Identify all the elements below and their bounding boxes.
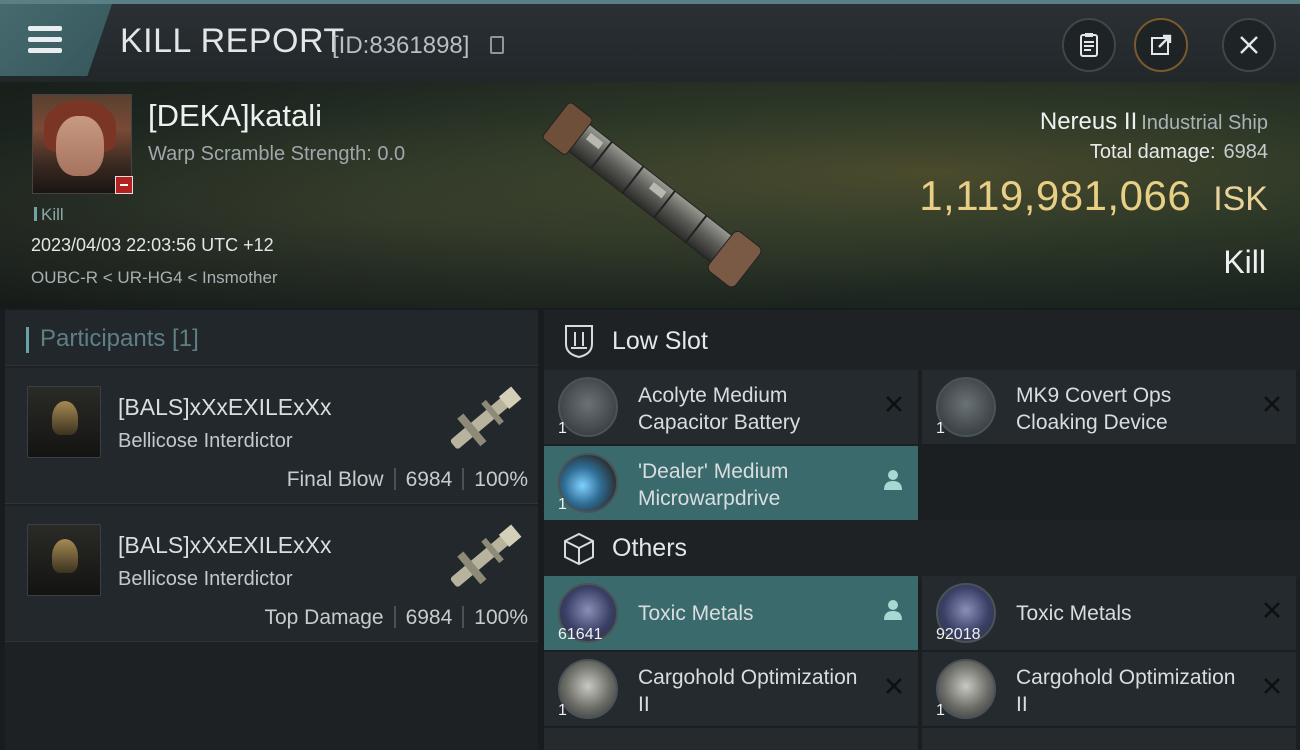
item-quantity: 1: [558, 420, 567, 437]
item-row[interactable]: 1 'Dealer' Medium Microwarpdrive: [544, 446, 918, 520]
destroyed-icon: [1264, 396, 1280, 412]
item-row[interactable]: 1 MK9 Covert Ops Cloaking Device: [922, 370, 1296, 444]
ship-render: [542, 102, 762, 288]
item-name: Toxic Metals: [638, 602, 754, 625]
capacitor-battery-icon: [558, 377, 618, 437]
item-quantity: 61641: [558, 626, 603, 643]
dropped-icon: [884, 600, 902, 620]
item-quantity: 92018: [936, 626, 981, 643]
page-title: KILL REPORT: [120, 22, 345, 60]
item-row[interactable]: 92018 Toxic Metals: [922, 576, 1296, 650]
divider: [462, 468, 465, 490]
share-icon: [1151, 34, 1172, 55]
participants-title: Participants [1]: [26, 325, 199, 353]
portrait-face: [56, 116, 104, 176]
victim-name[interactable]: [DEKA]katali: [148, 98, 322, 134]
item-quantity: 1: [558, 496, 567, 513]
result-label: Kill: [1223, 244, 1266, 280]
divider: [462, 606, 465, 628]
divider: [393, 468, 396, 490]
clipboard-button[interactable]: [1062, 18, 1116, 72]
participant-damage: 6984: [405, 468, 453, 491]
item-name: 'Dealer' Medium Microwarpdrive: [638, 460, 789, 510]
menu-icon-bar: [28, 37, 62, 42]
copy-icon[interactable]: [490, 36, 504, 54]
kill-id: [ID:8361898]: [332, 32, 470, 59]
participant-avatar: [27, 524, 101, 596]
close-icon: [1240, 36, 1258, 54]
destroyed-icon: [886, 678, 902, 694]
kill-tag: Kill: [34, 205, 64, 225]
total-damage-line: Total damage: 6984: [1090, 141, 1268, 164]
participant-stats: Final Blow 6984 100%: [287, 468, 528, 492]
item-name: MK9 Covert Ops Cloaking Device: [1016, 384, 1172, 434]
participant-role: Top Damage: [264, 606, 384, 629]
isk-value: 1,119,981,066: [919, 172, 1192, 219]
ship-name-line: Nereus II Industrial Ship: [1040, 108, 1268, 136]
item-name: Cargohold Optimization II: [1016, 666, 1236, 716]
cargohold-optimization-icon: [936, 659, 996, 719]
kill-timestamp: 2023/04/03 22:03:56 UTC +12: [31, 235, 274, 255]
menu-icon: [28, 26, 62, 31]
warp-scramble-strength: Warp Scramble Strength: 0.0: [148, 143, 406, 165]
cloaking-device-icon: [936, 377, 996, 437]
participant-damage: 6984: [405, 606, 453, 629]
item-row[interactable]: 1 Cargohold Optimization II: [544, 652, 918, 726]
standing-badge-icon: [115, 176, 133, 194]
item-name: Toxic Metals: [1016, 602, 1132, 625]
item-quantity: 1: [558, 702, 567, 719]
microwarpdrive-icon: [558, 453, 618, 513]
participant-card[interactable]: [BALS]xXxEXILExXx Bellicose Interdictor …: [5, 368, 538, 504]
close-button[interactable]: [1222, 18, 1276, 72]
participant-percent: 100%: [474, 606, 528, 629]
isk-value-line: 1,119,981,066 ISK: [919, 172, 1268, 220]
total-damage-value: 6984: [1223, 141, 1269, 163]
participant-percent: 100%: [474, 468, 528, 491]
participant-ship: Bellicose Interdictor: [118, 430, 293, 452]
cube-icon: [564, 532, 594, 566]
low-slot-title: Low Slot: [612, 327, 708, 355]
dropped-icon: [884, 470, 902, 490]
item-row[interactable]: 61641 Toxic Metals: [544, 576, 918, 650]
participant-name: [BALS]xXxEXILExXx: [118, 532, 332, 558]
participants-title-text: Participants [1]: [40, 325, 199, 352]
menu-icon-bar: [28, 48, 62, 53]
participant-stats: Top Damage 6984 100%: [264, 606, 528, 630]
isk-unit: ISK: [1213, 180, 1268, 218]
cargohold-optimization-icon: [558, 659, 618, 719]
participant-ship-icon: [450, 524, 522, 587]
divider: [393, 606, 396, 628]
participant-name: [BALS]xXxEXILExXx: [118, 394, 332, 420]
ship-name[interactable]: Nereus II: [1040, 108, 1137, 135]
total-damage-label: Total damage:: [1089, 141, 1216, 163]
destroyed-icon: [886, 396, 902, 412]
others-title: Others: [612, 534, 688, 562]
item-row[interactable]: 1 Acolyte Medium Capacitor Battery: [544, 370, 918, 444]
item-name: Cargohold Optimization II: [638, 666, 858, 716]
clipboard-icon: [1080, 33, 1098, 57]
low-slot-icon: [565, 325, 593, 359]
destroyed-icon: [1264, 602, 1280, 618]
item-row[interactable]: 1 Cargohold Optimization II: [922, 652, 1296, 726]
participant-ship-icon: [450, 386, 522, 449]
item-quantity: 1: [936, 702, 945, 719]
ship-class: Industrial Ship: [1141, 112, 1268, 134]
participant-role: Final Blow: [286, 468, 384, 491]
kill-location[interactable]: OUBC-R < UR-HG4 < Insmother: [31, 268, 278, 288]
destroyed-icon: [1264, 678, 1280, 694]
participant-ship: Bellicose Interdictor: [118, 568, 293, 590]
participant-avatar: [27, 386, 101, 458]
item-quantity: 1: [936, 420, 945, 437]
participant-card[interactable]: [BALS]xXxEXILExXx Bellicose Interdictor …: [5, 506, 538, 642]
item-name: Acolyte Medium Capacitor Battery: [638, 384, 801, 434]
item-row[interactable]: [922, 728, 1296, 750]
item-row[interactable]: [544, 728, 918, 750]
share-button[interactable]: [1134, 18, 1188, 72]
